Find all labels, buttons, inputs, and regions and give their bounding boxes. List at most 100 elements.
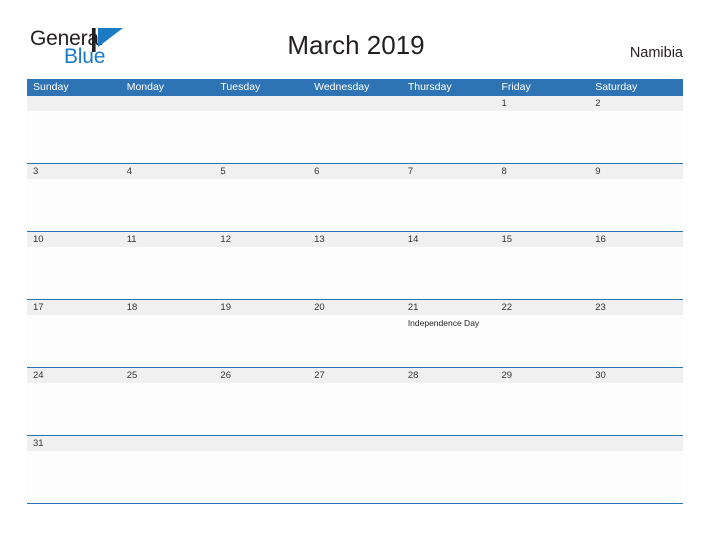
day-number[interactable]: 10 — [27, 232, 121, 247]
week-event-band: Independence Day — [27, 315, 683, 367]
calendar-week-row: 17 18 19 20 21 22 23 Independence Day — [27, 300, 683, 368]
week-date-band: 1 2 — [27, 96, 683, 111]
week-event-band — [27, 247, 683, 299]
calendar-week-row: 10 11 12 13 14 15 16 — [27, 232, 683, 300]
day-number[interactable]: 25 — [121, 368, 215, 383]
day-header-wednesday: Wednesday — [314, 81, 370, 93]
day-number[interactable]: 22 — [496, 300, 590, 315]
day-event — [308, 451, 402, 503]
day-number[interactable]: 21 — [402, 300, 496, 315]
week-date-band: 10 11 12 13 14 15 16 — [27, 232, 683, 247]
day-number[interactable]: 15 — [496, 232, 590, 247]
day-event — [214, 179, 308, 231]
day-number[interactable] — [308, 96, 402, 111]
day-number[interactable]: 29 — [496, 368, 590, 383]
calendar-week-row: 24 25 26 27 28 29 30 — [27, 368, 683, 436]
day-header-thursday: Thursday — [407, 81, 452, 93]
day-event — [496, 179, 590, 231]
region-label: Namibia — [629, 45, 683, 61]
day-event — [27, 315, 121, 367]
day-event — [27, 179, 121, 231]
day-number[interactable]: 16 — [589, 232, 683, 247]
calendar-table: Sunday Monday Tuesday Wednesday Thursday… — [27, 79, 683, 504]
day-number[interactable]: 5 — [214, 164, 308, 179]
day-number[interactable]: 8 — [496, 164, 590, 179]
day-number[interactable] — [496, 436, 590, 451]
day-event — [214, 247, 308, 299]
day-event — [589, 111, 683, 163]
day-number[interactable]: 27 — [308, 368, 402, 383]
day-number[interactable]: 1 — [496, 96, 590, 111]
week-date-band: 17 18 19 20 21 22 23 — [27, 300, 683, 315]
day-header-tuesday: Tuesday — [220, 81, 261, 93]
day-number[interactable]: 7 — [402, 164, 496, 179]
day-event — [214, 451, 308, 503]
week-date-band: 3 4 5 6 7 8 9 — [27, 164, 683, 179]
day-event — [496, 247, 590, 299]
day-number[interactable] — [402, 436, 496, 451]
day-number[interactable]: 19 — [214, 300, 308, 315]
day-event — [308, 247, 402, 299]
week-event-band — [27, 111, 683, 163]
day-number[interactable]: 31 — [27, 436, 121, 451]
day-number[interactable] — [121, 96, 215, 111]
day-event — [214, 315, 308, 367]
day-number[interactable]: 14 — [402, 232, 496, 247]
day-number[interactable]: 9 — [589, 164, 683, 179]
day-event — [121, 315, 215, 367]
day-event — [589, 315, 683, 367]
day-number[interactable] — [214, 436, 308, 451]
day-event — [402, 247, 496, 299]
page-header: General Blue March 2019 Namibia — [0, 0, 712, 67]
day-event — [308, 111, 402, 163]
day-event — [402, 451, 496, 503]
day-header-saturday: Saturday — [595, 81, 638, 93]
day-number[interactable]: 26 — [214, 368, 308, 383]
day-event — [496, 383, 590, 435]
day-event — [121, 383, 215, 435]
day-event — [27, 111, 121, 163]
day-number[interactable]: 6 — [308, 164, 402, 179]
day-number[interactable]: 20 — [308, 300, 402, 315]
day-number[interactable]: 28 — [402, 368, 496, 383]
day-event — [121, 179, 215, 231]
day-number[interactable]: 2 — [589, 96, 683, 111]
day-event — [496, 315, 590, 367]
day-number[interactable]: 4 — [121, 164, 215, 179]
day-number[interactable]: 3 — [27, 164, 121, 179]
day-event — [589, 247, 683, 299]
day-number[interactable] — [308, 436, 402, 451]
day-event — [27, 451, 121, 503]
day-event — [496, 111, 590, 163]
day-event-independence-day: Independence Day — [407, 318, 480, 328]
day-number[interactable]: 23 — [589, 300, 683, 315]
day-event — [121, 111, 215, 163]
day-event — [27, 247, 121, 299]
day-number[interactable] — [589, 436, 683, 451]
day-event — [308, 179, 402, 231]
day-event — [589, 451, 683, 503]
calendar-week-row: 1 2 — [27, 96, 683, 164]
day-event — [589, 179, 683, 231]
day-number[interactable]: 17 — [27, 300, 121, 315]
day-number[interactable]: 18 — [121, 300, 215, 315]
day-number[interactable]: 24 — [27, 368, 121, 383]
day-event — [121, 451, 215, 503]
day-number[interactable]: 30 — [589, 368, 683, 383]
day-number[interactable] — [27, 96, 121, 111]
calendar-week-row: 31 — [27, 436, 683, 504]
day-number[interactable] — [402, 96, 496, 111]
day-event — [496, 451, 590, 503]
day-number[interactable]: 12 — [214, 232, 308, 247]
day-number[interactable]: 11 — [121, 232, 215, 247]
day-event — [402, 383, 496, 435]
day-event — [589, 383, 683, 435]
day-event — [402, 111, 496, 163]
day-header-friday: Friday — [501, 81, 531, 93]
day-event — [308, 315, 402, 367]
day-number[interactable] — [121, 436, 215, 451]
day-number[interactable]: 13 — [308, 232, 402, 247]
week-event-band — [27, 179, 683, 231]
day-number[interactable] — [214, 96, 308, 111]
day-event — [27, 383, 121, 435]
